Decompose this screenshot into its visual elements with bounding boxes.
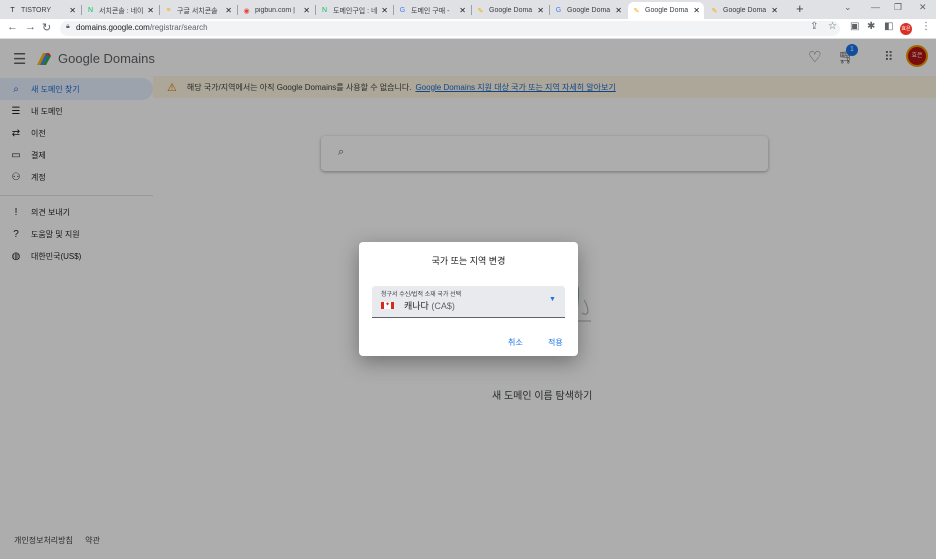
tab-close-icon[interactable]: ✕: [381, 6, 388, 15]
country-select-value: 캐나다 (CA$): [404, 299, 455, 312]
tab-favicon-icon: ✎: [633, 7, 640, 15]
tab-close-icon[interactable]: ✕: [615, 6, 622, 15]
restore-button[interactable]: ❐: [894, 2, 902, 13]
extensions-icon[interactable]: ✱: [867, 21, 875, 32]
tab-separator: [549, 5, 550, 15]
tab-favicon-icon: T: [10, 7, 15, 14]
browser-tab[interactable]: T TISTORY ✕: [4, 2, 80, 19]
tab-separator: [81, 5, 82, 15]
browser-tab[interactable]: ✎ Google Doma ✕: [706, 2, 782, 19]
browser-tab[interactable]: N 서치콘솔 : 네이 ✕: [82, 2, 158, 19]
tab-title: Google Doma: [489, 7, 533, 14]
selected-currency: (CA$): [431, 301, 455, 311]
tab-favicon-icon: ◉: [243, 7, 250, 15]
country-select[interactable]: 청구서 수신/법적 소재 국가 선택 ✦ 캐나다 (CA$) ▼: [372, 286, 565, 318]
back-icon[interactable]: ←: [7, 21, 18, 33]
minimize-button[interactable]: —: [871, 2, 880, 12]
tab-title: Google Doma: [723, 7, 767, 14]
tab-title: 도메인구입 : 네: [333, 7, 378, 15]
selected-country: 캐나다: [404, 301, 429, 311]
browser-tab[interactable]: G Google Doma ✕: [550, 2, 626, 19]
tab-close-icon[interactable]: ✕: [537, 6, 544, 15]
browser-menu-icon[interactable]: ⋮: [921, 21, 931, 32]
lock-icon[interactable]: 🔒︎: [66, 23, 70, 31]
browser-profile-avatar[interactable]: 효은: [900, 23, 912, 35]
browser-tab[interactable]: ✎ Google Doma ✕: [628, 2, 704, 19]
browser-tab[interactable]: ≡ 구글 서치콘솔 ✕: [160, 2, 236, 19]
tab-separator: [471, 5, 472, 15]
browser-tab[interactable]: G 도메인 구매 - ✕: [394, 2, 470, 19]
tab-favicon-icon: N: [321, 7, 328, 14]
tab-title: 구글 서치콘솔: [177, 7, 218, 15]
tab-title: Google Doma: [567, 7, 611, 14]
tab-title: pigbun.com |: [255, 7, 295, 14]
tab-favicon-icon: ≡: [166, 7, 171, 14]
side-panel-icon[interactable]: ◧: [884, 21, 893, 32]
tab-close-icon[interactable]: ✕: [147, 6, 154, 15]
browser-tab[interactable]: ◉ pigbun.com | ✕: [238, 2, 314, 19]
tab-favicon-icon: N: [87, 7, 94, 14]
share-icon[interactable]: ⇪: [810, 21, 818, 32]
tab-title: TISTORY: [21, 7, 52, 14]
cast-icon[interactable]: ▣: [850, 21, 859, 32]
tab-title: Google Doma: [645, 7, 689, 14]
tab-search-icon[interactable]: ⌄: [844, 2, 852, 13]
tab-separator: [159, 5, 160, 15]
tab-separator: [237, 5, 238, 15]
chevron-down-icon[interactable]: ▼: [549, 296, 556, 303]
dialog-title: 국가 또는 지역 변경: [431, 256, 506, 266]
tab-close-icon[interactable]: ✕: [459, 6, 466, 15]
tab-close-icon[interactable]: ✕: [225, 6, 232, 15]
tab-separator: [315, 5, 316, 15]
tab-close-icon[interactable]: ✕: [771, 6, 778, 15]
country-select-label: 청구서 수신/법적 소재 국가 선택: [381, 292, 462, 298]
tab-separator: [393, 5, 394, 15]
tab-favicon-icon: ✎: [711, 7, 718, 15]
reload-icon[interactable]: ↻: [42, 21, 51, 34]
tab-close-icon[interactable]: ✕: [303, 6, 310, 15]
tab-favicon-icon: G: [399, 7, 406, 14]
canada-flag-icon: ✦: [381, 302, 394, 309]
change-country-dialog: 국가 또는 지역 변경 청구서 수신/법적 소재 국가 선택 ✦ 캐나다 (CA…: [359, 242, 578, 356]
url-text[interactable]: domains.google.com/registrar/search: [76, 22, 208, 34]
new-tab-button[interactable]: +: [796, 1, 804, 16]
tab-favicon-icon: ✎: [477, 7, 484, 15]
forward-icon[interactable]: →: [25, 21, 36, 33]
close-window-button[interactable]: ✕: [919, 2, 927, 13]
apply-button[interactable]: 적용: [548, 337, 563, 348]
tab-close-icon[interactable]: ✕: [69, 6, 76, 15]
tab-title: 도메인 구매 -: [411, 7, 450, 15]
url-path: /registrar/search: [149, 23, 208, 32]
cancel-button[interactable]: 취소: [508, 337, 523, 348]
bookmark-star-icon[interactable]: ☆: [828, 21, 837, 32]
tab-title: 서치콘솔 : 네이: [99, 7, 144, 15]
tab-favicon-icon: G: [555, 7, 562, 14]
browser-tab[interactable]: N 도메인구입 : 네 ✕: [316, 2, 392, 19]
url-host: domains.google.com: [76, 23, 150, 32]
browser-tab[interactable]: ✎ Google Doma ✕: [472, 2, 548, 19]
tab-close-icon[interactable]: ✕: [693, 6, 700, 15]
